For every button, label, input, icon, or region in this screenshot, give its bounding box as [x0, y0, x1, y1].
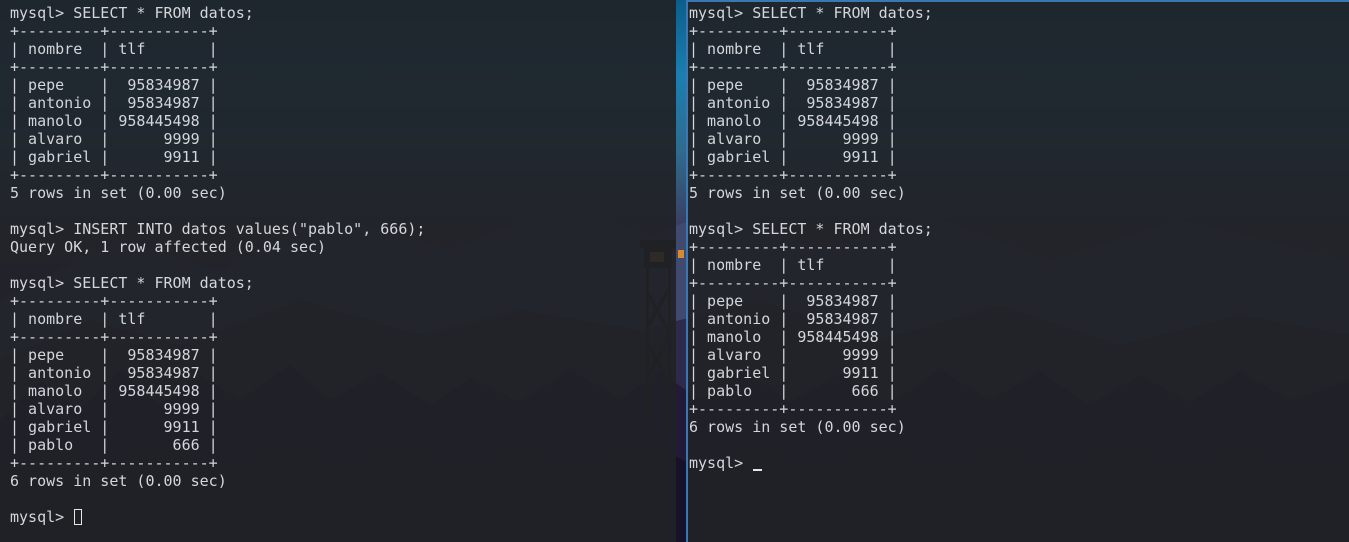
terminal-line: +---------+-----------+ [10, 58, 218, 76]
terminal-line: +---------+-----------+ [689, 400, 897, 418]
terminal-line: +---------+-----------+ [10, 166, 218, 184]
terminal-line: | pepe | 95834987 | [10, 346, 218, 364]
terminal-line: +---------+-----------+ [10, 454, 218, 472]
terminal-line: | pablo | 666 | [689, 382, 897, 400]
terminal-line: +---------+-----------+ [689, 274, 897, 292]
terminal-line: +---------+-----------+ [10, 328, 218, 346]
terminal-line: | pepe | 95834987 | [689, 292, 897, 310]
terminal-line: | alvaro | 9999 | [10, 130, 218, 148]
terminal-line: | gabriel | 9911 | [10, 418, 218, 436]
terminal-line: mysql> SELECT * FROM datos; [689, 4, 933, 22]
terminal-line: +---------+-----------+ [689, 58, 897, 76]
prompt-text: mysql> [689, 454, 753, 472]
terminal-line: | alvaro | 9999 | [10, 400, 218, 418]
terminal-line: +---------+-----------+ [689, 22, 897, 40]
terminal-line: | manolo | 958445498 | [10, 382, 218, 400]
terminal-line: | antonio | 95834987 | [689, 310, 897, 328]
terminal-output-left[interactable]: mysql> SELECT * FROM datos; +---------+--… [10, 4, 425, 526]
terminal-line: | alvaro | 9999 | [689, 130, 897, 148]
terminal-line: +---------+-----------+ [10, 292, 218, 310]
terminal-line: | gabriel | 9911 | [689, 364, 897, 382]
terminal-prompt-line[interactable]: mysql> [10, 508, 425, 526]
terminal-line: +---------+-----------+ [689, 238, 897, 256]
terminal-line: | pepe | 95834987 | [689, 76, 897, 94]
terminal-line: mysql> SELECT * FROM datos; [10, 274, 254, 292]
terminal-line: 5 rows in set (0.00 sec) [689, 184, 906, 202]
terminal-line: 6 rows in set (0.00 sec) [689, 418, 906, 436]
terminal-line: | nombre | tlf | [10, 40, 218, 58]
terminal-line: | manolo | 958445498 | [10, 112, 218, 130]
terminal-line: | gabriel | 9911 | [689, 148, 897, 166]
terminal-line: | pablo | 666 | [10, 436, 218, 454]
terminal-line: | manolo | 958445498 | [689, 112, 897, 130]
terminal-line: | nombre | tlf | [689, 40, 897, 58]
terminal-line: +---------+-----------+ [689, 166, 897, 184]
text-cursor [753, 457, 763, 471]
text-cursor [74, 509, 83, 525]
terminal-line: mysql> INSERT INTO datos values("pablo",… [10, 220, 426, 238]
terminal-prompt-line[interactable]: mysql> [689, 454, 933, 472]
terminal-line: | gabriel | 9911 | [10, 148, 218, 166]
terminal-window-right[interactable]: mysql> SELECT * FROM datos; +---------+--… [686, 0, 1349, 542]
terminal-line: 5 rows in set (0.00 sec) [10, 184, 227, 202]
terminal-line: 6 rows in set (0.00 sec) [10, 472, 227, 490]
terminal-line: +---------+-----------+ [10, 22, 218, 40]
terminal-line: mysql> SELECT * FROM datos; [10, 4, 254, 22]
terminal-line: | antonio | 95834987 | [10, 94, 218, 112]
terminal-line: | pepe | 95834987 | [10, 76, 218, 94]
terminal-line: mysql> SELECT * FROM datos; [689, 220, 933, 238]
terminal-line: | manolo | 958445498 | [689, 328, 897, 346]
terminal-line: | antonio | 95834987 | [10, 364, 218, 382]
terminal-line: Query OK, 1 row affected (0.04 sec) [10, 238, 327, 256]
terminal-line: | nombre | tlf | [10, 310, 218, 328]
terminal-line: | nombre | tlf | [689, 256, 897, 274]
prompt-text: mysql> [10, 508, 74, 526]
terminal-line: | alvaro | 9999 | [689, 346, 897, 364]
terminal-window-left[interactable]: mysql> SELECT * FROM datos; +---------+--… [0, 0, 676, 542]
terminal-line: | antonio | 95834987 | [689, 94, 897, 112]
terminal-output-right[interactable]: mysql> SELECT * FROM datos; +---------+--… [689, 4, 933, 472]
